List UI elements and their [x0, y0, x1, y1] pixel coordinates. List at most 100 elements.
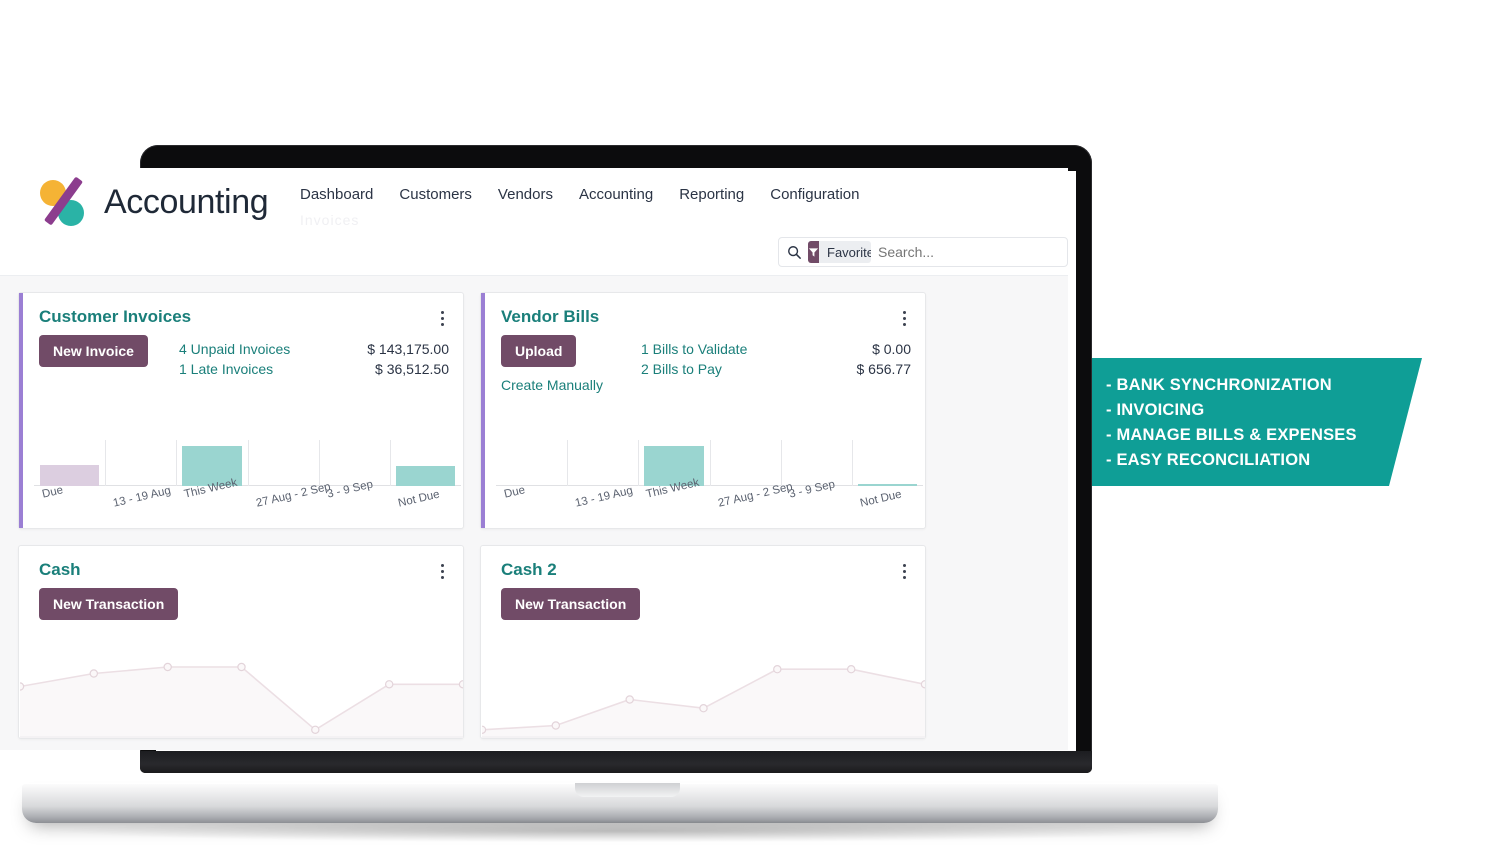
- banner-item-manage-bills: - MANAGE BILLS & EXPENSES: [1106, 426, 1357, 444]
- chart-gridline: [567, 440, 569, 486]
- nav-item-vendors[interactable]: Vendors: [498, 186, 553, 203]
- card-actions: New Invoice: [39, 335, 179, 379]
- chart-x-label: Due: [41, 484, 65, 501]
- stat-label-validate[interactable]: 1 Bills to Validate: [641, 339, 747, 359]
- dashboard-body: Customer Invoices New Invoice 4 Unpaid I…: [0, 276, 1068, 750]
- banner-item-reconciliation: - EASY RECONCILIATION: [1106, 451, 1311, 469]
- line-chart-svg: [20, 662, 463, 738]
- brand: Accounting: [38, 176, 269, 228]
- stat-label-unpaid[interactable]: 4 Unpaid Invoices: [179, 339, 290, 359]
- search-input[interactable]: [878, 244, 1059, 260]
- stat-label-pay[interactable]: 2 Bills to Pay: [641, 359, 722, 379]
- search-bar[interactable]: Favorites ×: [778, 237, 1068, 267]
- card-body: New Transaction: [19, 580, 463, 620]
- card-title: Customer Invoices: [39, 307, 192, 326]
- chart-point: [311, 725, 320, 735]
- card-body: New Transaction: [481, 580, 925, 620]
- nav-item-customers[interactable]: Customers: [399, 186, 472, 203]
- card-body: New Invoice 4 Unpaid Invoices $ 143,175.…: [19, 327, 463, 379]
- invoices-bar-chart: Due 13 - 19 Aug This Week 27 Aug - 2 Sep 3 -…: [24, 436, 463, 528]
- card-actions: Upload Create Manually: [501, 335, 641, 393]
- chart-point: [551, 721, 561, 730]
- kebab-menu-icon[interactable]: [435, 560, 449, 579]
- card-cash-2[interactable]: Cash 2 New Transaction: [480, 545, 926, 739]
- stat-label-late[interactable]: 1 Late Invoices: [179, 359, 273, 379]
- banner-item-bank-sync: - BANK SYNCHRONIZATION: [1106, 376, 1332, 394]
- cash-line-chart: [20, 646, 463, 738]
- app-viewport: Accounting Dashboard Customers Vendors A…: [0, 168, 1068, 750]
- stat-row: 4 Unpaid Invoices $ 143,175.00: [179, 339, 449, 359]
- new-transaction-button[interactable]: New Transaction: [39, 588, 179, 620]
- cash2-line-chart: [482, 646, 925, 738]
- app-header: Accounting Dashboard Customers Vendors A…: [0, 168, 1068, 234]
- chart-bars: [34, 440, 461, 486]
- card-actions: New Transaction: [501, 588, 641, 620]
- chart-gridline: [247, 440, 249, 486]
- card-customer-invoices[interactable]: Customer Invoices New Invoice 4 Unpaid I…: [18, 292, 464, 529]
- card-stats: 1 Bills to Validate $ 0.00 2 Bills to Pa…: [641, 335, 911, 393]
- card-cash[interactable]: Cash New Transaction: [18, 545, 464, 739]
- chart-point: [163, 662, 172, 672]
- card-vendor-bills[interactable]: Vendor Bills Upload Create Manually 1 Bi…: [480, 292, 926, 529]
- chart-point: [846, 665, 856, 674]
- new-transaction-button[interactable]: New Transaction: [501, 588, 641, 620]
- search-icon: [787, 245, 801, 259]
- card-header: Customer Invoices: [19, 293, 463, 327]
- chart-x-label: Not Due: [396, 488, 441, 510]
- chart-point: [482, 725, 487, 734]
- create-manually-link[interactable]: Create Manually: [501, 377, 641, 393]
- banner-items: - BANK SYNCHRONIZATION - INVOICING - MAN…: [1106, 374, 1402, 472]
- stat-value-unpaid: $ 143,175.00: [367, 341, 449, 357]
- new-invoice-button[interactable]: New Invoice: [39, 335, 148, 367]
- chart-bars: [496, 440, 923, 486]
- nav-item-configuration[interactable]: Configuration: [770, 186, 859, 203]
- chart-x-label: 27 Aug - 2 Sep: [716, 480, 794, 510]
- search-facet-favorites[interactable]: Favorites ×: [808, 241, 871, 263]
- bills-bar-chart: Due 13 - 19 Aug This Week 27 Aug - 2 Sep 3 -…: [486, 436, 925, 528]
- kebab-menu-icon[interactable]: [897, 560, 911, 579]
- nav-item-reporting[interactable]: Reporting: [679, 186, 744, 203]
- nav-item-dashboard[interactable]: Dashboard: [300, 186, 373, 203]
- chart-point: [20, 682, 25, 691]
- banner-item-invoicing: - INVOICING: [1106, 401, 1205, 419]
- chart-gridline: [638, 440, 640, 486]
- chart-point: [699, 704, 708, 713]
- chart-point: [773, 665, 782, 674]
- line-chart-svg: [482, 665, 925, 738]
- chart-gridline: [105, 440, 107, 486]
- stat-value-pay: $ 656.77: [856, 361, 912, 377]
- kebab-menu-icon[interactable]: [897, 307, 911, 326]
- chart-point: [89, 669, 99, 678]
- chart-gridline: [780, 440, 782, 486]
- card-actions: New Transaction: [39, 588, 179, 620]
- chart-point: [625, 695, 634, 704]
- chart-point: [384, 680, 394, 689]
- upload-button[interactable]: Upload: [501, 335, 577, 367]
- card-header: Vendor Bills: [481, 293, 925, 327]
- card-body: Upload Create Manually 1 Bills to Valida…: [481, 327, 925, 393]
- card-title: Vendor Bills: [501, 307, 600, 326]
- chart-bar[interactable]: [39, 464, 100, 486]
- chart-area: [20, 667, 463, 738]
- chart-x-label: Not Due: [858, 488, 903, 510]
- chart-x-labels: Due 13 - 19 Aug This Week 27 Aug - 2 Sep 3 -…: [496, 477, 923, 528]
- chart-x-label: 13 - 19 Aug: [112, 484, 173, 510]
- odoo-logo-icon: [38, 176, 90, 228]
- stat-value-late: $ 36,512.50: [375, 361, 449, 377]
- nav-item-accounting[interactable]: Accounting: [579, 186, 653, 203]
- main-nav: Dashboard Customers Vendors Accounting R…: [300, 186, 859, 203]
- breadcrumb: Invoices: [300, 212, 360, 228]
- app-title: Accounting: [104, 182, 269, 221]
- card-stats: 4 Unpaid Invoices $ 143,175.00 1 Late In…: [179, 335, 449, 379]
- chart-gridline: [389, 440, 391, 486]
- kebab-menu-icon[interactable]: [435, 307, 449, 326]
- stat-row: 1 Bills to Validate $ 0.00: [641, 339, 911, 359]
- laptop-shadow: [60, 820, 1180, 842]
- screenshot-root: Accounting Dashboard Customers Vendors A…: [0, 0, 1500, 850]
- chart-gridline: [851, 440, 853, 486]
- chart-gridline: [318, 440, 320, 486]
- stat-value-validate: $ 0.00: [872, 341, 911, 357]
- chart-bar[interactable]: [395, 466, 456, 486]
- card-title: Cash 2: [501, 560, 557, 579]
- laptop-base-notch: [575, 783, 680, 797]
